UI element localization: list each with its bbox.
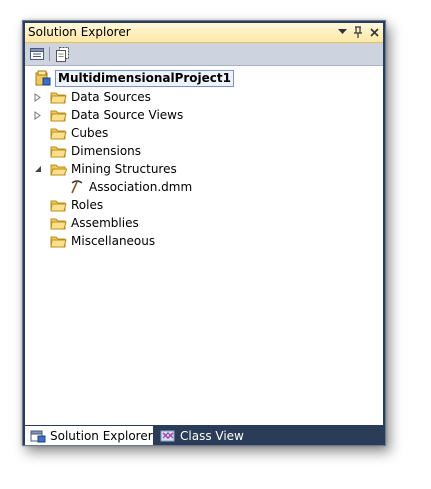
tree-item-label: Data Sources bbox=[71, 90, 151, 104]
folder-icon bbox=[50, 218, 67, 230]
tree-item-roles[interactable]: Roles bbox=[50, 196, 103, 214]
tool-window-tabs: Solution Explorer Class View bbox=[25, 426, 383, 445]
tree-item-association-dmm[interactable]: Association.dmm bbox=[69, 178, 192, 196]
tree-item-dimensions[interactable]: Dimensions bbox=[50, 142, 141, 160]
mining-structure-icon bbox=[71, 180, 83, 194]
tree-root-project[interactable]: MultidimensionalProject1 bbox=[35, 69, 234, 87]
tree-item-label: Cubes bbox=[71, 126, 109, 140]
tab-solution-explorer[interactable]: Solution Explorer bbox=[25, 426, 153, 445]
tree-item-label: Miscellaneous bbox=[71, 234, 156, 248]
tree-item-label: Dimensions bbox=[71, 144, 142, 158]
auto-hide-pin-button[interactable] bbox=[352, 24, 364, 40]
solution-explorer-window: Solution Explorer MultidimensionalProjec… bbox=[22, 20, 386, 446]
tree-item-label: Mining Structures bbox=[71, 162, 177, 176]
close-icon bbox=[369, 27, 379, 37]
folder-icon bbox=[50, 110, 67, 122]
project-icon bbox=[35, 70, 51, 86]
class-view-icon bbox=[160, 430, 175, 441]
tree-item-label: Data Source Views bbox=[71, 108, 184, 122]
tree-item-data-source-views[interactable]: Data Source Views bbox=[33, 106, 183, 124]
folder-icon bbox=[50, 146, 67, 158]
window-position-dropdown-button[interactable] bbox=[336, 24, 348, 40]
solution-explorer-icon bbox=[30, 430, 46, 442]
tree-item-assemblies[interactable]: Assemblies bbox=[50, 214, 139, 232]
folder-open-icon bbox=[50, 164, 67, 176]
toolbar-separator bbox=[49, 47, 50, 61]
window-title: Solution Explorer bbox=[28, 25, 131, 39]
tree-item-mining-structures[interactable]: Mining Structures bbox=[33, 160, 177, 178]
folder-icon bbox=[50, 200, 67, 212]
pin-icon bbox=[354, 26, 362, 38]
tree-item-label: Assemblies bbox=[71, 216, 139, 230]
tab-class-view[interactable]: Class View bbox=[155, 426, 265, 445]
properties-button[interactable] bbox=[29, 46, 45, 62]
tree-item-cubes[interactable]: Cubes bbox=[50, 124, 108, 142]
properties-icon bbox=[30, 48, 44, 60]
folder-icon bbox=[50, 92, 67, 104]
solution-tree: MultidimensionalProject1 Data Sources Da… bbox=[25, 66, 383, 425]
folder-icon bbox=[50, 236, 67, 248]
toolbar bbox=[25, 43, 383, 66]
tree-item-label: Roles bbox=[71, 198, 104, 212]
tree-item-miscellaneous[interactable]: Miscellaneous bbox=[50, 232, 155, 250]
close-button[interactable] bbox=[368, 24, 380, 40]
tree-item-data-sources[interactable]: Data Sources bbox=[33, 88, 151, 106]
tab-label: Class View bbox=[180, 428, 244, 443]
folder-icon bbox=[50, 128, 67, 140]
tab-label: Solution Explorer bbox=[50, 428, 153, 443]
collapse-triangle-icon[interactable] bbox=[33, 165, 42, 174]
show-all-files-icon bbox=[56, 47, 69, 62]
chevron-down-icon bbox=[337, 29, 347, 34]
show-all-files-button[interactable] bbox=[55, 46, 71, 62]
expand-triangle-icon[interactable] bbox=[33, 92, 42, 102]
project-label: MultidimensionalProject1 bbox=[55, 69, 234, 87]
title-bar[interactable]: Solution Explorer bbox=[25, 23, 383, 43]
tree-item-label: Association.dmm bbox=[89, 180, 193, 194]
expand-triangle-icon[interactable] bbox=[33, 110, 42, 120]
